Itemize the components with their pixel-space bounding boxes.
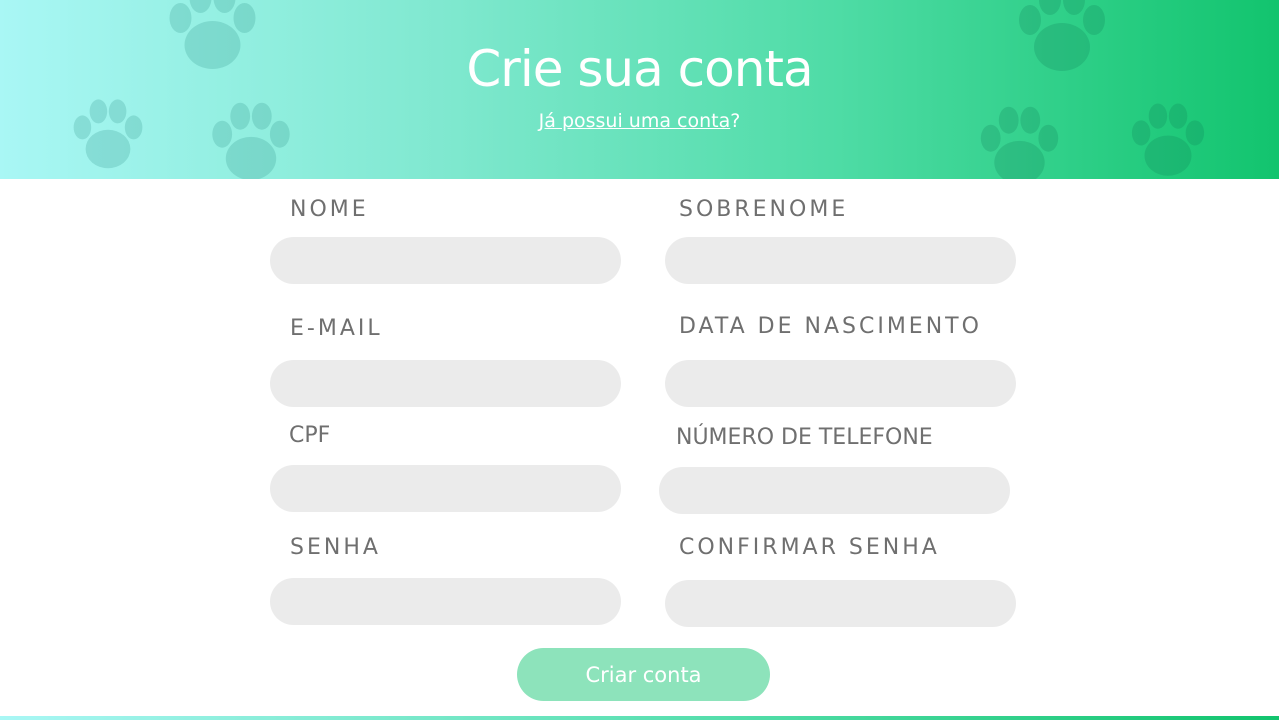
login-prompt-suffix: ?	[730, 110, 741, 132]
confirmar-senha-label: CONFIRMAR SENHA	[679, 535, 940, 560]
sobrenome-field[interactable]	[665, 237, 1016, 284]
page-title: Crie sua conta	[466, 40, 813, 98]
senha-field[interactable]	[270, 578, 621, 625]
confirmar-senha-field[interactable]	[665, 580, 1016, 627]
email-label: E-MAIL	[290, 316, 383, 341]
bottom-gradient-bar	[0, 716, 1279, 720]
create-account-button[interactable]: Criar conta	[517, 648, 770, 701]
cpf-field[interactable]	[270, 465, 621, 512]
senha-label: SENHA	[290, 535, 381, 560]
nome-field[interactable]	[270, 237, 621, 284]
login-prompt: Já possui uma conta?	[0, 110, 1279, 132]
cpf-label: CPF	[289, 423, 331, 448]
email-field[interactable]	[270, 360, 621, 407]
header-banner: Crie sua conta Já possui uma conta?	[0, 0, 1279, 179]
paw-print-icon	[68, 96, 148, 178]
telefone-field[interactable]	[659, 467, 1010, 514]
telefone-label: NÚMERO DE TELEFONE	[676, 425, 933, 450]
nome-label: NOME	[290, 197, 369, 222]
nascimento-field[interactable]	[665, 360, 1016, 407]
login-link[interactable]: Já possui uma conta	[539, 110, 731, 132]
nascimento-label: DATA DE NASCIMENTO	[679, 314, 982, 339]
sobrenome-label: SOBRENOME	[679, 197, 849, 222]
